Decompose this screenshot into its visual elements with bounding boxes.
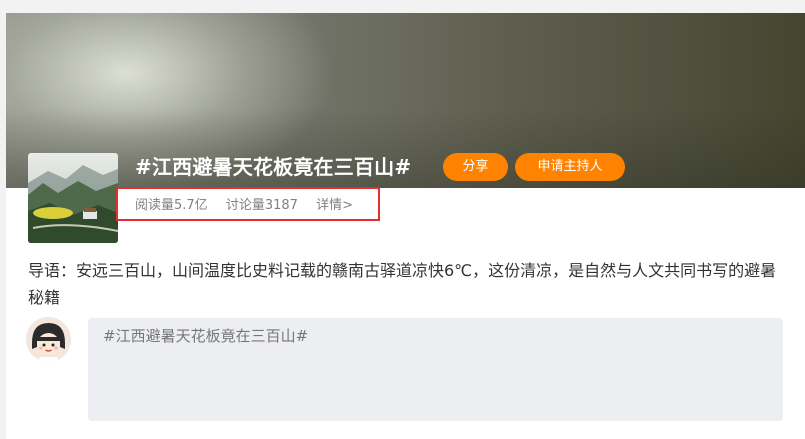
- topic-lead-text: 导语：安远三百山，山间温度比史料记载的赣南古驿道凉快6℃，这份清凉，是自然与人文…: [28, 261, 777, 307]
- cartoon-girl-avatar: [26, 317, 71, 362]
- topic-cover-image[interactable]: [28, 153, 118, 243]
- topic-title: #江西避暑天花板竟在三百山#: [135, 155, 412, 179]
- mountain-landscape-image: [28, 153, 118, 243]
- apply-host-button[interactable]: 申请主持人: [515, 153, 625, 181]
- avatar[interactable]: [26, 317, 71, 362]
- post-compose-input[interactable]: #江西避暑天花板竟在三百山#: [88, 318, 783, 421]
- share-button[interactable]: 分享: [443, 153, 508, 181]
- stats-highlight-box: [116, 187, 380, 221]
- topic-card: #江西避暑天花板竟在三百山# 分享 申请主持人 阅读量5.7亿 讨论量3187 …: [6, 13, 805, 439]
